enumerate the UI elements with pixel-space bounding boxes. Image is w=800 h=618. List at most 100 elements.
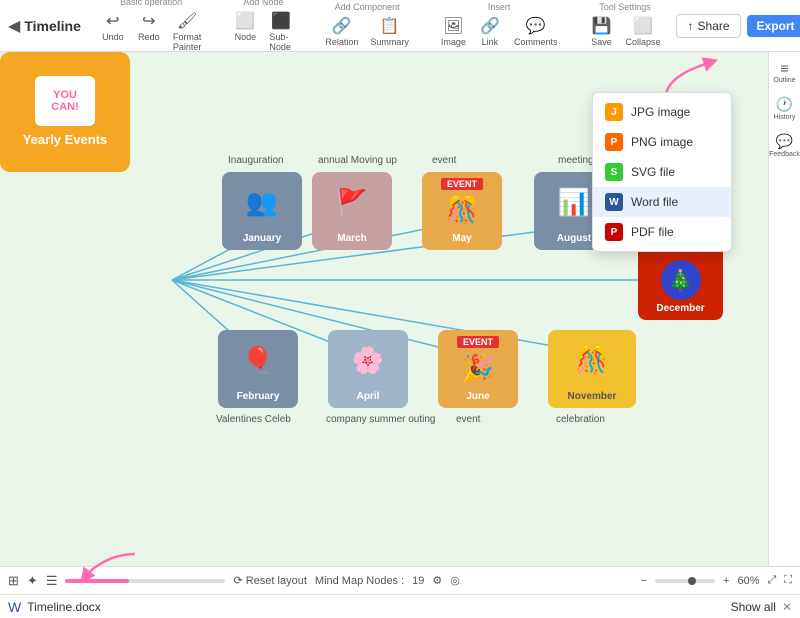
reset-icon: ⟳ [233,575,242,587]
may-event-label: event [432,155,456,166]
feedback-button[interactable]: 💬 Feedback [769,133,800,158]
august-icon: 📊 [558,172,590,233]
jpg-icon: J [605,103,623,121]
export-dropdown: J JPG image P PNG image S SVG file W Wor… [592,92,732,252]
canvas[interactable]: YOUCAN! Yearly Events 👥 January Inaugura… [0,52,768,566]
pdf-option[interactable]: P PDF file [593,217,731,247]
january-event-label: Inauguration [228,155,284,166]
center-node[interactable]: YOUCAN! Yearly Events [0,52,130,172]
april-label: April [357,391,380,402]
share-button[interactable]: ↑ Share [676,14,740,38]
show-all-button[interactable]: Show all [731,600,776,614]
png-icon: P [605,133,623,151]
reset-label: Reset layout [246,575,307,587]
add-component-group: Add Component 🔗Relation 📋Summary [321,2,413,49]
basic-operation-group: Basic operation ↩Undo ↪Redo 🖌Format Pain… [97,0,206,54]
export-label: Export [757,19,795,33]
link-icon: 🔗 [480,16,500,36]
file-bar: W Timeline.docx Show all ✕ [0,594,800,618]
image-button[interactable]: 🖼Image [437,14,470,49]
june-event-label: event [456,414,480,425]
january-label: January [243,233,281,244]
redo-button[interactable]: ↪Redo [133,9,165,54]
addnode-items: ⬜Node ⬛Sub-Node [229,9,297,54]
svg-option[interactable]: S SVG file [593,157,731,187]
zoom-slider[interactable] [655,579,715,583]
relation-button[interactable]: 🔗Relation [321,14,362,49]
summary-icon: 📋 [380,16,400,36]
february-node[interactable]: 🎈 February [218,330,298,408]
march-node[interactable]: 🚩 March [312,172,392,250]
history-button[interactable]: 🕐 History [774,96,796,121]
may-node[interactable]: EVENT 🎊 May [422,172,502,250]
history-label: History [774,114,796,121]
history-icon: 🕐 [776,96,793,113]
target-icon[interactable]: ◎ [450,574,460,587]
share-icon: ↑ [687,19,693,33]
november-node[interactable]: 🎊 November [548,330,636,408]
toolbar: ◀ Timeline Basic operation ↩Undo ↪Redo 🖌… [0,0,800,52]
word-icon: W [605,193,623,211]
february-label: February [237,391,280,402]
pdf-label: PDF file [631,225,674,239]
fullscreen-icon[interactable]: ⛶ [784,574,792,587]
november-event-label: celebration [556,414,605,425]
component-items: 🔗Relation 📋Summary [321,14,413,49]
insert-group: Insert 🖼Image 🔗Link 💬Comments [437,2,562,49]
reset-layout-button[interactable]: ⟳ Reset layout [233,574,306,587]
word-option[interactable]: W Word file [593,187,731,217]
december-node[interactable]: 🎄 December [638,240,723,320]
outline-label: Outline [773,77,795,84]
group-label-tools: Tool Settings [599,2,651,12]
january-icon: 👥 [246,172,278,233]
add-node-group: Add Node ⬜Node ⬛Sub-Node [229,0,297,54]
back-button[interactable]: ◀ [8,12,20,40]
export-button[interactable]: Export [747,15,800,37]
link-button[interactable]: 🔗Link [474,14,506,49]
center-logo: YOUCAN! [35,76,95,126]
feedback-label: Feedback [769,151,800,158]
april-icon: 🌸 [352,330,384,391]
status-bar: ⊞ ✦ ☰ ⟳ Reset layout Mind Map Nodes : 19… [0,566,800,594]
april-event-label: company summer outing [326,414,436,425]
jpg-option[interactable]: J JPG image [593,97,731,127]
right-sidebar: ≡ Outline 🕐 History 💬 Feedback [768,52,800,566]
relation-icon: 🔗 [332,16,352,36]
format-painter-button[interactable]: 🖌Format Painter [169,9,206,54]
outline-button[interactable]: ≡ Outline [773,60,795,84]
summary-button[interactable]: 📋Summary [366,14,413,49]
redo-icon: ↪ [142,11,155,31]
file-close-button[interactable]: ✕ [782,600,792,614]
comments-icon: 💬 [526,16,546,36]
jpg-label: JPG image [631,105,690,119]
comments-button[interactable]: 💬Comments [510,14,562,49]
june-label: June [466,391,489,402]
save-button[interactable]: 💾Save [585,14,617,49]
save-icon: 💾 [591,16,611,36]
filename[interactable]: Timeline.docx [27,600,101,614]
june-badge: EVENT [457,336,499,348]
april-node[interactable]: 🌸 April [328,330,408,408]
insert-items: 🖼Image 🔗Link 💬Comments [437,14,562,49]
zoom-percent: 60% [737,575,759,587]
december-label: December [656,303,704,314]
subnode-button[interactable]: ⬛Sub-Node [265,9,297,54]
undo-button[interactable]: ↩Undo [97,9,129,54]
feedback-icon: 💬 [776,133,793,150]
zoom-in-button[interactable]: + [723,575,729,587]
node-icon: ⬜ [235,11,255,31]
share-label: Share [697,19,729,33]
group-label-addnode: Add Node [243,0,283,7]
november-icon: 🎊 [576,330,608,391]
png-option[interactable]: P PNG image [593,127,731,157]
january-node[interactable]: 👥 January [222,172,302,250]
node-button[interactable]: ⬜Node [229,9,261,54]
collapse-button[interactable]: ⬜Collapse [621,14,664,49]
center-title: Yearly Events [23,132,108,148]
june-node[interactable]: EVENT 🎉 June [438,330,518,408]
word-label: Word file [631,195,678,209]
fit-width-icon[interactable]: ⤢ [767,574,776,587]
settings-icon[interactable]: ⚙ [432,574,442,587]
zoom-out-button[interactable]: − [641,575,647,587]
group-label-insert: Insert [488,2,511,12]
